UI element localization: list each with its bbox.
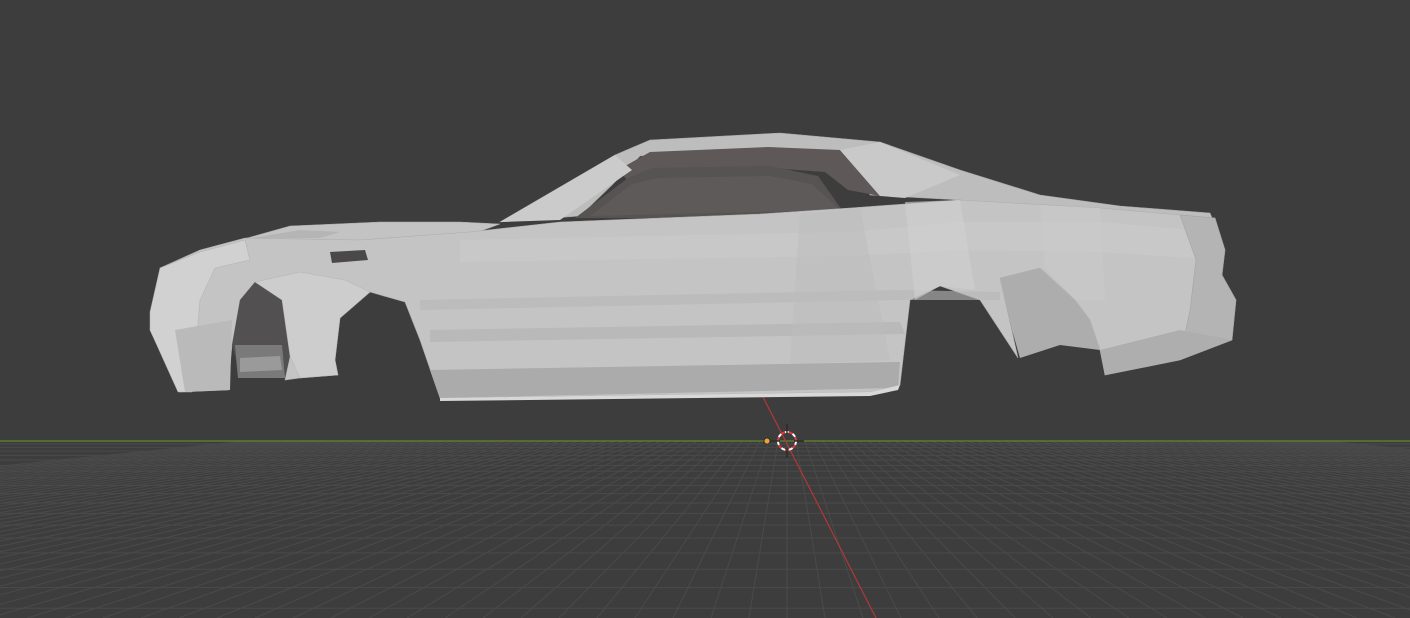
viewport-canvas[interactable] [0,0,1410,618]
3d-viewport[interactable] [0,0,1410,618]
object-origin-icon [763,437,771,445]
